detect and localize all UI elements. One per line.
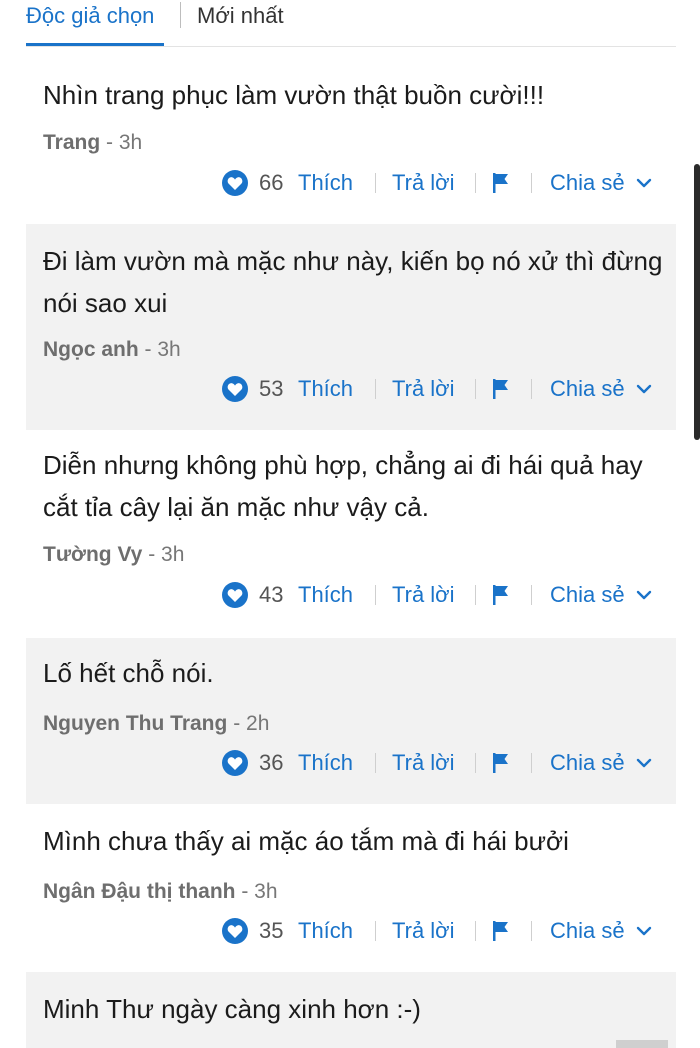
action-divider	[375, 379, 376, 399]
chevron-down-icon[interactable]	[635, 922, 653, 940]
like-count: 43	[259, 582, 284, 607]
comment-text: Mình chưa thấy ai mặc áo tắm mà đi hái b…	[43, 826, 569, 856]
action-divider	[531, 921, 532, 941]
comment-text: Lố hết chỗ nói.	[43, 658, 214, 688]
like-count: 36	[259, 750, 284, 775]
comment-item: Lố hết chỗ nói. Nguyen Thu Trang - 2h 36…	[26, 638, 676, 804]
share-button[interactable]: Chia sẻ	[550, 374, 625, 404]
share-button[interactable]: Chia sẻ	[550, 168, 625, 198]
tab-divider	[180, 2, 181, 28]
like-count: 53	[259, 376, 284, 401]
comment-author[interactable]: Ngân Đậu thị thanh	[43, 880, 236, 903]
heart-icon[interactable]	[222, 170, 248, 196]
tabs-bottom-border	[26, 46, 676, 47]
heart-icon[interactable]	[222, 750, 248, 776]
action-divider	[375, 921, 376, 941]
comment-item: Đi làm vườn mà mặc như này, kiến bọ nó x…	[26, 224, 676, 430]
action-divider	[475, 585, 476, 605]
reply-button[interactable]: Trả lời	[392, 168, 455, 198]
comment-actions: 35 Thích Trả lời Chia sẻ	[222, 916, 662, 946]
comment-meta: Ngân Đậu thị thanh - 3h	[43, 880, 278, 904]
comment-item: Nhìn trang phục làm vườn thật buồn cười!…	[26, 58, 676, 222]
flag-icon[interactable]	[491, 920, 511, 942]
comment-meta: Nguyen Thu Trang - 2h	[43, 712, 269, 736]
flag-icon[interactable]	[491, 378, 511, 400]
action-divider	[531, 173, 532, 193]
comment-actions: 66 Thích Trả lời Chia sẻ	[222, 168, 662, 198]
action-divider	[531, 585, 532, 605]
like-button[interactable]: Thích	[298, 374, 353, 404]
action-divider	[531, 753, 532, 773]
chevron-down-icon[interactable]	[635, 380, 653, 398]
comment-text: Minh Thư ngày càng xinh hơn :-)	[43, 994, 421, 1024]
comment-meta: Ngọc anh - 3h	[43, 338, 181, 362]
share-button[interactable]: Chia sẻ	[550, 916, 625, 946]
flag-icon[interactable]	[491, 172, 511, 194]
comment-time: - 3h	[106, 131, 143, 154]
like-count: 35	[259, 918, 284, 943]
reply-button[interactable]: Trả lời	[392, 580, 455, 610]
action-divider	[531, 379, 532, 399]
reply-button[interactable]: Trả lời	[392, 916, 455, 946]
like-button[interactable]: Thích	[298, 916, 353, 946]
action-divider	[475, 379, 476, 399]
action-divider	[475, 173, 476, 193]
flag-icon[interactable]	[491, 584, 511, 606]
comment-item: Diễn nhưng không phù hợp, chẳng ai đi há…	[26, 432, 676, 636]
flag-icon[interactable]	[491, 752, 511, 774]
comment-text: Nhìn trang phục làm vườn thật buồn cười!…	[43, 80, 545, 110]
like-button[interactable]: Thích	[298, 580, 353, 610]
comment-time: - 3h	[144, 338, 181, 361]
tab-newest[interactable]: Mới nhất	[197, 4, 284, 28]
action-divider	[375, 753, 376, 773]
reply-button[interactable]: Trả lời	[392, 748, 455, 778]
action-divider	[375, 173, 376, 193]
like-count: 66	[259, 170, 284, 195]
action-divider	[475, 753, 476, 773]
heart-icon[interactable]	[222, 376, 248, 402]
comment-time: - 3h	[241, 880, 278, 903]
chevron-down-icon[interactable]	[635, 586, 653, 604]
tab-reader-picks[interactable]: Độc giả chọn	[26, 4, 154, 28]
share-button[interactable]: Chia sẻ	[550, 748, 625, 778]
heart-icon[interactable]	[222, 582, 248, 608]
heart-icon[interactable]	[222, 918, 248, 944]
chevron-down-icon[interactable]	[635, 754, 653, 772]
comment-author[interactable]: Ngọc anh	[43, 338, 139, 361]
comment-tabs: Độc giả chọn Mới nhất	[0, 0, 700, 48]
like-button[interactable]: Thích	[298, 748, 353, 778]
comment-author[interactable]: Tường Vy	[43, 543, 142, 566]
comment-meta: Trang - 3h	[43, 131, 142, 155]
comment-time: - 2h	[233, 712, 270, 735]
comment-time: - 3h	[148, 543, 185, 566]
chevron-down-icon[interactable]	[635, 174, 653, 192]
like-button[interactable]: Thích	[298, 168, 353, 198]
comment-text: Đi làm vườn mà mặc như này, kiến bọ nó x…	[43, 246, 663, 318]
action-divider	[475, 921, 476, 941]
comment-author[interactable]: Nguyen Thu Trang	[43, 712, 227, 735]
comment-meta: Tường Vy - 3h	[43, 543, 184, 567]
comment-author[interactable]: Trang	[43, 131, 100, 154]
comment-item: Minh Thư ngày càng xinh hơn :-)	[26, 972, 676, 1048]
comment-actions: 36 Thích Trả lời Chia sẻ	[222, 748, 662, 778]
comment-text: Diễn nhưng không phù hợp, chẳng ai đi há…	[43, 450, 643, 522]
comment-actions: 43 Thích Trả lời Chia sẻ	[222, 580, 662, 610]
share-button[interactable]: Chia sẻ	[550, 580, 625, 610]
scrollbar-thumb[interactable]	[694, 164, 700, 440]
comment-actions: 53 Thích Trả lời Chia sẻ	[222, 374, 662, 404]
scroll-to-top-button[interactable]	[616, 1040, 668, 1048]
reply-button[interactable]: Trả lời	[392, 374, 455, 404]
comment-item: Mình chưa thấy ai mặc áo tắm mà đi hái b…	[26, 806, 676, 970]
action-divider	[375, 585, 376, 605]
